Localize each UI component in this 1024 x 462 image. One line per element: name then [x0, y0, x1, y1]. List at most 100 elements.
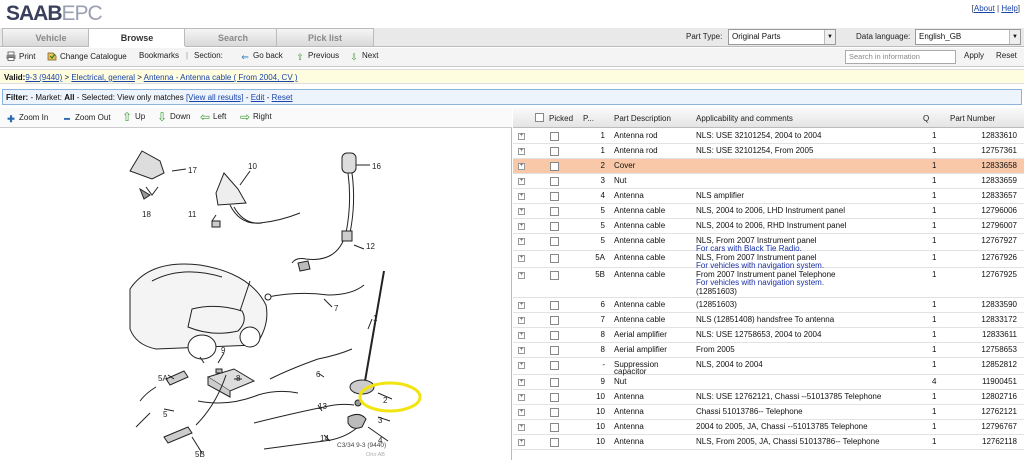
- table-row[interactable]: +10 Antenna NLS: USE 12762121, Chassi --51…: [513, 390, 1024, 405]
- part-number-cell: 12762121: [981, 407, 1017, 416]
- filter-edit-link[interactable]: Edit: [251, 93, 265, 102]
- data-language-select[interactable]: English_GB ▼: [915, 29, 1021, 45]
- arrow-down-icon: ⇩: [350, 52, 358, 62]
- catalogue-icon: [47, 51, 57, 61]
- part-number-cell: 12802716: [981, 392, 1017, 401]
- table-row[interactable]: +9 Nut 4 11900451: [513, 375, 1024, 390]
- table-row[interactable]: +6 Antenna cable (12851603) 1 12833590: [513, 298, 1024, 313]
- reset-button[interactable]: Reset: [996, 51, 1017, 60]
- table-row[interactable]: +1 Antenna rod NLS: USE 32101254, 2004 to …: [513, 129, 1024, 144]
- arrow-right-icon: ⇨: [240, 110, 251, 124]
- part-number-cell: 12762118: [982, 437, 1017, 446]
- tab-pick-list[interactable]: Pick list: [276, 28, 374, 46]
- pan-down-button[interactable]: ⇩ Down: [157, 111, 190, 123]
- breadcrumb-model-link[interactable]: 9-3 (9440): [25, 73, 62, 82]
- part-number-cell: 12767925: [981, 270, 1017, 279]
- table-row[interactable]: +7 Antenna cable NLS (12851408) handsfree …: [513, 313, 1024, 328]
- select-all-checkbox[interactable]: [535, 113, 544, 122]
- about-link[interactable]: About: [974, 4, 995, 13]
- arrow-up-icon: ⇧: [122, 110, 133, 124]
- breadcrumb-section-link[interactable]: Antenna - Antenna cable ( From 2004, CV …: [144, 73, 298, 82]
- col-quantity[interactable]: Q: [923, 114, 929, 123]
- col-picked[interactable]: Picked: [549, 114, 573, 123]
- top-links: [About | Help]: [971, 4, 1020, 13]
- svg-text:1: 1: [373, 314, 378, 323]
- svg-text:11: 11: [188, 210, 197, 219]
- chevron-down-icon: ▼: [1009, 30, 1020, 44]
- part-number-cell: 12852812: [981, 360, 1017, 369]
- chevron-down-icon: ▼: [824, 30, 835, 44]
- pan-up-button[interactable]: ⇧ Up: [122, 110, 145, 124]
- toolbar-divider: |: [186, 51, 189, 60]
- bookmarks-menu[interactable]: Bookmarks: [139, 51, 179, 60]
- diagram-copyright: Orio AB: [366, 452, 385, 458]
- apply-button[interactable]: Apply: [964, 51, 984, 60]
- change-catalogue-button[interactable]: Change Catalogue: [47, 51, 127, 61]
- svg-text:17: 17: [188, 166, 197, 175]
- breadcrumb-group-link[interactable]: Electrical, general: [71, 73, 135, 82]
- col-description[interactable]: Part Description: [614, 114, 671, 123]
- svg-text:5: 5: [163, 410, 168, 419]
- view-all-results-link[interactable]: [View all results]: [186, 93, 244, 102]
- go-back-button[interactable]: ⇐ Go back: [240, 51, 283, 62]
- table-row[interactable]: +5 Antenna cable NLS, 2004 to 2006, RHD In…: [513, 219, 1024, 234]
- next-button[interactable]: ⇩ Next: [349, 51, 378, 62]
- part-number-cell: 12833657: [981, 191, 1017, 200]
- help-link[interactable]: Help: [1001, 4, 1017, 13]
- table-row[interactable]: +5 Antenna cable NLS, From 2007 Instrument…: [513, 234, 1024, 253]
- tab-search[interactable]: Search: [184, 28, 282, 46]
- table-row[interactable]: +10 Antenna NLS, From 2005, JA, Chassi 510…: [513, 435, 1024, 450]
- svg-text:18: 18: [142, 210, 151, 219]
- part-type-select[interactable]: Original Parts ▼: [728, 29, 836, 45]
- table-row[interactable]: +3 Nut 1 12833659: [513, 174, 1024, 189]
- table-row[interactable]: +5A Antenna cable NLS, From 2007 Instrumen…: [513, 251, 1024, 270]
- plus-icon: ✚: [7, 114, 15, 124]
- parts-diagram[interactable]: 17 10 16 18 11 12 7 1 9 8 6 5A 2 13 3 5 …: [2, 131, 510, 460]
- part-number-cell: 12757361: [981, 146, 1017, 155]
- part-number-cell: 12767926: [981, 253, 1017, 262]
- part-number-cell: 12796006: [981, 206, 1017, 215]
- table-row[interactable]: +2 Cover 1 12833658: [513, 159, 1024, 174]
- table-row[interactable]: +8 Aerial amplifier NLS: USE 12758653, 200…: [513, 328, 1024, 343]
- table-row[interactable]: +10 Antenna 2004 to 2005, JA, Chassi --510…: [513, 420, 1024, 435]
- zoom-out-button[interactable]: ━ Zoom Out: [62, 113, 110, 124]
- part-number-cell: 12758653: [981, 345, 1017, 354]
- svg-text:7: 7: [334, 304, 339, 313]
- search-input[interactable]: Search in information: [845, 50, 956, 64]
- table-row[interactable]: +4 Antenna NLS amplifier 1 12833657: [513, 189, 1024, 204]
- part-number-cell: 12796007: [981, 221, 1017, 230]
- svg-text:14: 14: [320, 434, 329, 443]
- zoom-in-button[interactable]: ✚ Zoom In: [6, 113, 48, 124]
- pan-left-button[interactable]: ⇦ Left: [200, 111, 226, 123]
- table-row[interactable]: +10 Antenna Chassi 51013786-- Telephone 1 12…: [513, 405, 1024, 420]
- svg-text:2: 2: [383, 396, 388, 405]
- table-row[interactable]: +8 Aerial amplifier From 2005 1 12758653: [513, 343, 1024, 358]
- previous-button[interactable]: ⇧ Previous: [295, 51, 339, 62]
- image-pane: ✚ Zoom In ━ Zoom Out ⇧ Up ⇩ Down ⇦ Left ⇨ Righ…: [0, 108, 512, 460]
- applicability-note: For vehicles with navigation system.: [696, 278, 825, 287]
- top-bar: SAABEPC [About | Help]: [0, 0, 1024, 28]
- table-row[interactable]: +5 Antenna cable NLS, 2004 to 2006, LHD In…: [513, 204, 1024, 219]
- svg-text:6: 6: [316, 370, 321, 379]
- col-part-number[interactable]: Part Number: [950, 114, 995, 123]
- col-position[interactable]: P...: [583, 114, 594, 123]
- part-number-cell: 12833658: [981, 161, 1017, 170]
- arrow-left-icon: ⇐: [241, 52, 249, 62]
- part-number-cell: 12833611: [982, 330, 1017, 339]
- svg-text:3: 3: [378, 416, 383, 425]
- print-button[interactable]: Print: [6, 51, 35, 61]
- valid-breadcrumb: Valid:9-3 (9440) > Electrical, general >…: [0, 69, 1024, 84]
- parts-diagram-drawing: 17 10 16 18 11 12 7 1 9 8 6 5A 2 13 3 5 …: [129, 150, 422, 459]
- table-row[interactable]: +1 Antenna rod NLS: USE 32101254, From 200…: [513, 144, 1024, 159]
- svg-text:8: 8: [236, 374, 241, 383]
- pan-right-button[interactable]: ⇨ Right: [240, 110, 272, 124]
- applicability-cell-line3: (12851603): [696, 287, 737, 296]
- svg-text:16: 16: [372, 162, 381, 171]
- tab-vehicle[interactable]: Vehicle: [2, 28, 100, 46]
- table-row[interactable]: +5B Antenna cable From 2007 Instrument pan…: [513, 268, 1024, 298]
- table-row[interactable]: + - Suppression capacitor NLS, 2004 to 2004 1…: [513, 358, 1024, 376]
- tab-browse[interactable]: Browse: [88, 28, 186, 47]
- table-header: Picked P... Part Description Applicabili…: [513, 108, 1024, 128]
- col-applicability[interactable]: Applicability and comments: [696, 114, 793, 123]
- filter-reset-link[interactable]: Reset: [272, 93, 293, 102]
